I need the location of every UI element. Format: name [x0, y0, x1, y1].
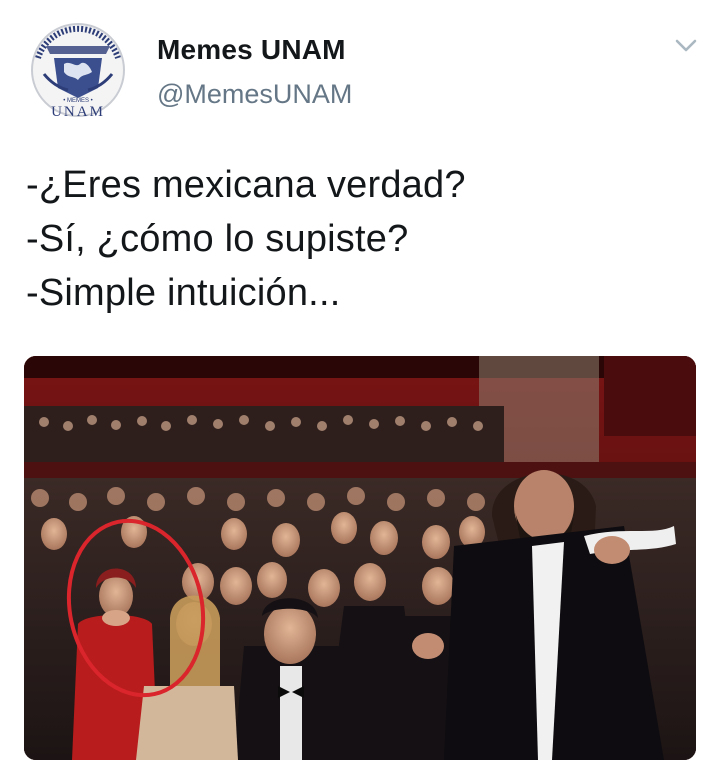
user-handle[interactable]: @MemesUNAM [157, 79, 352, 110]
tweet-line: -Sí, ¿cómo lo supiste? [26, 218, 409, 260]
audience-photo [24, 356, 696, 760]
tweet-line: -¿Eres mexicana verdad? [26, 164, 466, 206]
tweet-photo[interactable] [24, 356, 696, 760]
tweet-card: • MEMES • UNAM Memes UNAM @MemesUNAM -¿E… [0, 0, 720, 773]
display-name[interactable]: Memes UNAM [157, 34, 346, 66]
tweet-text: -¿Eres mexicana verdad? -Sí, ¿cómo lo su… [26, 158, 466, 320]
tweet-line: -Simple intuición... [26, 272, 341, 314]
tweet-menu-button[interactable] [672, 36, 700, 56]
chevron-down-icon [675, 39, 697, 52]
avatar-label: UNAM [51, 104, 105, 120]
avatar[interactable]: • MEMES • UNAM [24, 18, 132, 126]
